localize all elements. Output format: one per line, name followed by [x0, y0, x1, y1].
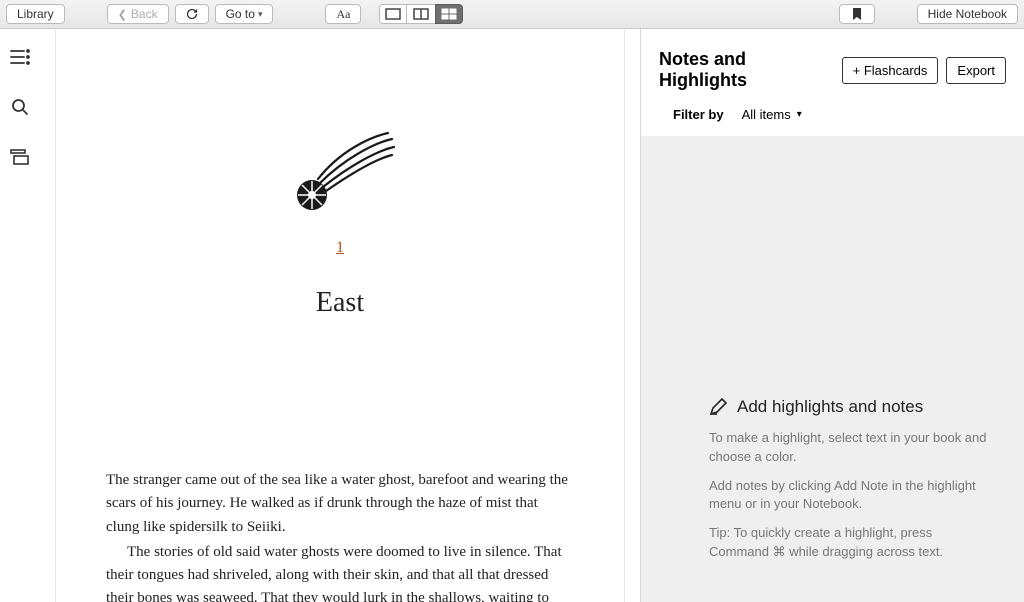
body-text: The stranger came out of the sea like a …	[106, 469, 574, 602]
bookmark-icon	[852, 7, 862, 21]
book-page: 1 East The stranger came out of the sea …	[55, 29, 625, 602]
chapter-ornament	[106, 129, 574, 219]
font-settings-button[interactable]: Aa	[325, 4, 361, 24]
reader-area: 1 East The stranger came out of the sea …	[40, 29, 640, 602]
layout-double-icon	[413, 8, 429, 20]
empty-title: Add highlights and notes	[709, 397, 988, 417]
paragraph: The stranger came out of the sea like a …	[106, 469, 574, 539]
search-button[interactable]	[10, 97, 30, 117]
flashcards-button[interactable]: + Flashcards	[842, 57, 939, 84]
comet-icon	[280, 129, 400, 219]
notebook-empty-state: Add highlights and notes To make a highl…	[641, 136, 1024, 602]
empty-hint: Add notes by clicking Add Note in the hi…	[709, 477, 988, 515]
reload-button[interactable]	[175, 4, 209, 24]
empty-hint: To make a highlight, select text in your…	[709, 429, 988, 467]
notebook-panel: Notes and Highlights + Flashcards Export…	[640, 29, 1024, 602]
hide-notebook-button[interactable]: Hide Notebook	[917, 4, 1018, 24]
left-rail	[0, 29, 40, 602]
layout-grid-icon	[441, 8, 457, 20]
pencil-icon	[709, 398, 727, 416]
goto-dropdown[interactable]: Go to▾	[215, 4, 274, 24]
layout-grid-button[interactable]	[435, 4, 463, 24]
notebook-filter: Filter by All items ▾	[641, 101, 1024, 136]
chevron-down-icon: ▾	[258, 9, 263, 20]
pages-icon	[10, 149, 30, 165]
back-button[interactable]: ❮ Back	[107, 4, 169, 24]
filter-dropdown[interactable]: All items ▾	[742, 107, 802, 122]
search-icon	[11, 98, 29, 116]
chapter-number[interactable]: 1	[106, 239, 574, 257]
main-container: 1 East The stranger came out of the sea …	[0, 29, 1024, 602]
export-button[interactable]: Export	[946, 57, 1006, 84]
top-toolbar: Library ❮ Back Go to▾ Aa Hide Notebook	[0, 0, 1024, 29]
filter-label: Filter by	[673, 107, 724, 122]
chapter-title: East	[106, 287, 574, 319]
chevron-down-icon: ▾	[797, 109, 802, 120]
paragraph: The stories of old said water ghosts wer…	[106, 541, 574, 602]
bookmark-button[interactable]	[839, 4, 875, 24]
notebook-title: Notes and Highlights	[659, 49, 834, 91]
reload-icon	[186, 7, 198, 21]
layout-single-icon	[385, 8, 401, 20]
layout-mode-group	[379, 4, 463, 24]
library-button[interactable]: Library	[6, 4, 65, 24]
notebook-header: Notes and Highlights + Flashcards Export	[641, 29, 1024, 101]
layout-double-button[interactable]	[407, 4, 435, 24]
toc-icon	[10, 49, 30, 65]
empty-hint: Tip: To quickly create a highlight, pres…	[709, 524, 988, 562]
layout-single-button[interactable]	[379, 4, 407, 24]
pages-button[interactable]	[10, 147, 30, 167]
toc-button[interactable]	[10, 47, 30, 67]
chevron-left-icon: ❮	[118, 8, 127, 21]
